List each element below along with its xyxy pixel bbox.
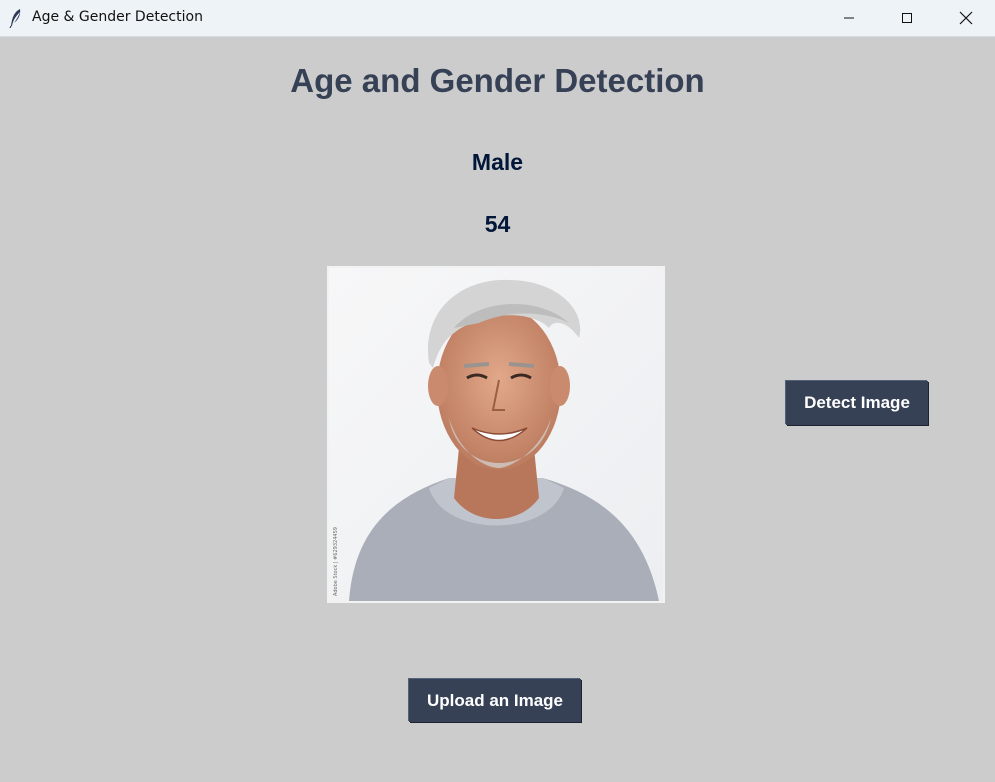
window-titlebar: Age & Gender Detection: [0, 0, 995, 37]
minimize-button[interactable]: [820, 0, 878, 36]
age-result: 54: [484, 211, 511, 237]
window-title: Age & Gender Detection: [32, 9, 203, 25]
upload-image-button[interactable]: Upload an Image: [409, 679, 581, 722]
close-button[interactable]: [937, 0, 995, 36]
uploaded-image: Adobe Stock | #629324459: [327, 266, 665, 603]
detect-image-button[interactable]: Detect Image: [786, 381, 928, 425]
gender-result: Male: [471, 149, 524, 175]
page-title: Age and Gender Detection: [290, 62, 705, 99]
feather-icon: [8, 8, 24, 29]
minimize-icon: [844, 17, 854, 19]
close-icon: [959, 11, 973, 25]
maximize-button[interactable]: [878, 0, 936, 36]
watermark-text: Adobe Stock | #629324459: [333, 527, 339, 596]
maximize-icon: [902, 13, 912, 23]
portrait-image: Adobe Stock | #629324459: [329, 268, 663, 601]
